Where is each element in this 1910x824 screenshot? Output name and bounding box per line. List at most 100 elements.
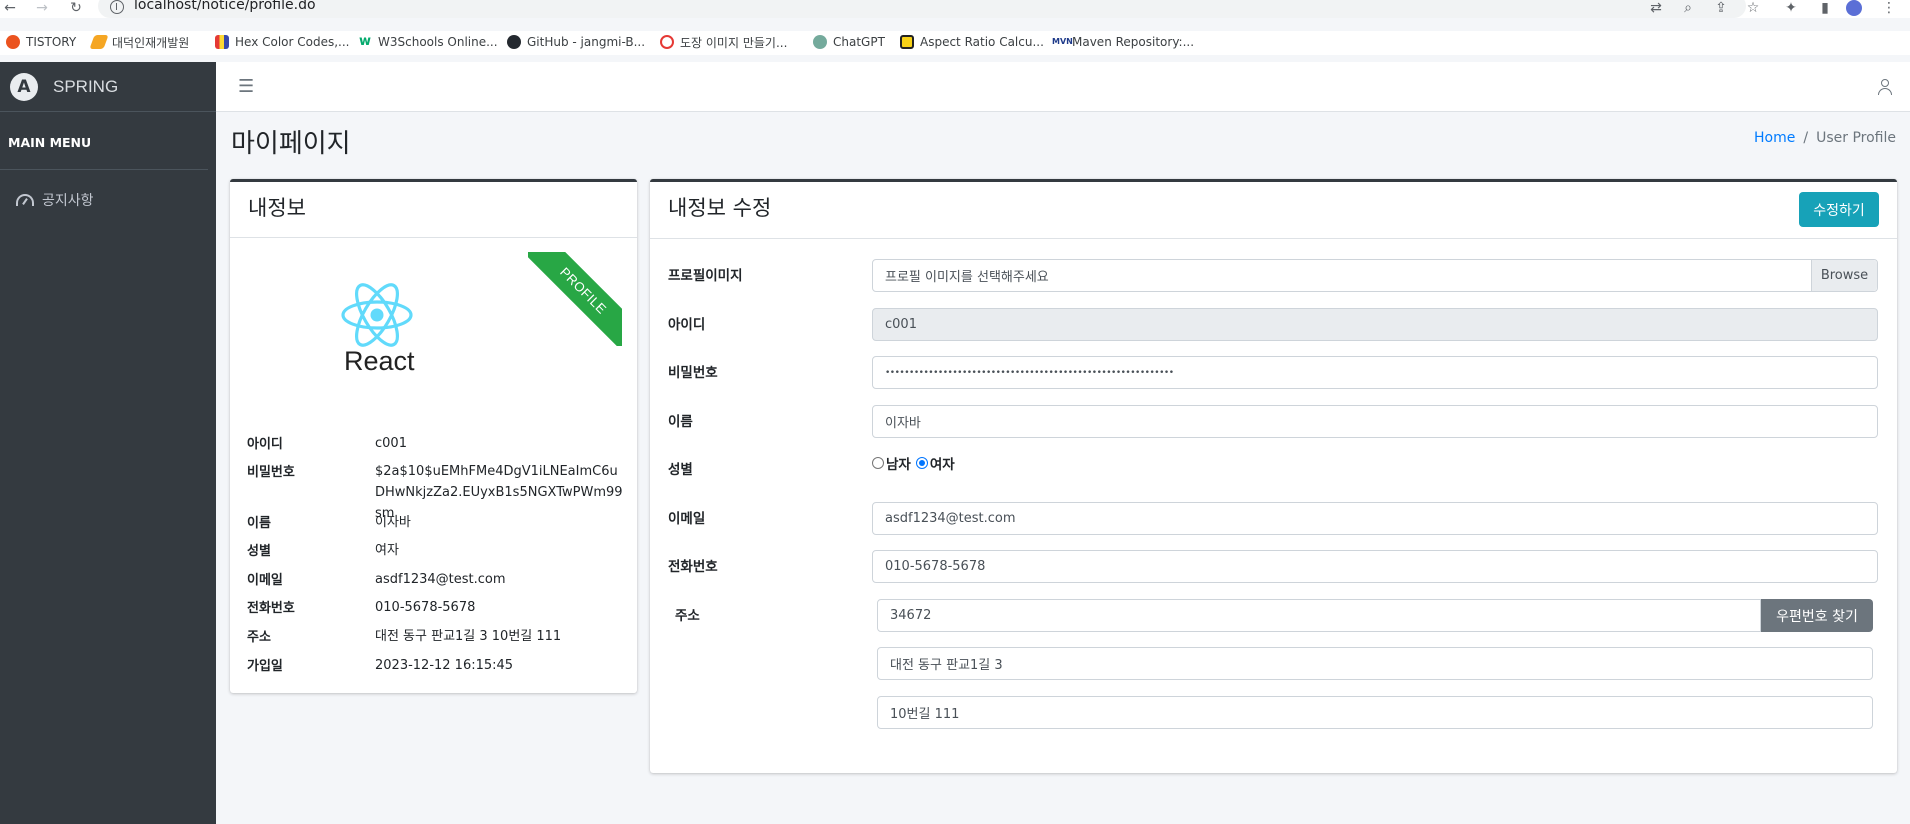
bookmark-label: GitHub - jangmi-B... — [527, 35, 646, 49]
card-divider — [230, 237, 637, 238]
site-info-icon[interactable] — [110, 0, 124, 14]
sidebar-item-label: 공지사항 — [42, 193, 94, 209]
info-label: 이름 — [247, 516, 271, 531]
zipcode-input[interactable]: 34672 — [877, 599, 1761, 632]
extensions-icon[interactable]: ✦ — [1780, 0, 1802, 18]
top-navbar: ☰ — [216, 62, 1910, 112]
share-icon[interactable]: ⇪ — [1710, 0, 1732, 18]
info-label: 비밀번호 — [247, 465, 295, 480]
breadcrumb: Home / User Profile — [1754, 130, 1896, 146]
id-input[interactable]: c001 — [872, 308, 1878, 341]
info-value: c001 — [375, 436, 407, 451]
info-label: 전화번호 — [247, 601, 295, 616]
profile-image-label: 프로필이미지 — [668, 268, 743, 284]
side-panel-icon[interactable]: ▮ — [1814, 0, 1836, 18]
bookmark-label: 대덕인재개발원 — [112, 35, 190, 50]
profile-image-input[interactable]: 프로필 이미지를 선택해주세요 Browse — [872, 259, 1878, 292]
stamp-maker-icon — [660, 35, 674, 49]
bookmark-item[interactable]: Aspect Ratio Calcu... — [900, 33, 1044, 51]
browse-button[interactable]: Browse — [1811, 260, 1877, 291]
edit-profile-card: 내정보 수정 수정하기 프로필이미지 프로필 이미지를 선택해주세요 Brows… — [650, 179, 1897, 773]
sidebar: A SPRING MAIN MENU 공지사항 — [0, 62, 216, 824]
bookmark-item[interactable]: Hex Color Codes,... — [215, 33, 350, 51]
edit-card-title: 내정보 수정 — [668, 196, 772, 220]
tistory-icon — [6, 35, 20, 49]
breadcrumb-home-link[interactable]: Home — [1754, 130, 1795, 146]
user-icon[interactable] — [1878, 79, 1892, 95]
gender-label: 성별 — [668, 462, 693, 478]
bookmark-item[interactable]: TISTORY — [6, 33, 76, 51]
bookmark-item[interactable]: GitHub - jangmi-B... — [507, 33, 645, 51]
aspect-ratio-icon — [900, 35, 914, 49]
bookmark-label: W3Schools Online... — [378, 35, 498, 49]
bookmark-item[interactable]: ChatGPT — [813, 33, 885, 51]
name-label: 이름 — [668, 414, 693, 430]
brand-link[interactable]: A SPRING — [0, 62, 216, 112]
info-value: 여자 — [375, 543, 399, 558]
bookmark-item[interactable]: 도장 이미지 만들기... — [660, 33, 787, 51]
github-icon — [507, 35, 521, 49]
id-label: 아이디 — [668, 317, 706, 333]
url-text[interactable]: localhost/notice/profile.do — [134, 0, 316, 13]
gender-male-radio[interactable] — [872, 457, 884, 469]
bookmark-item[interactable]: 대덕인재개발원 — [89, 33, 190, 51]
bookmarks-bar: TISTORY 대덕인재개발원 Hex Color Codes,... w W3S… — [0, 31, 1910, 55]
info-value: 010-5678-5678 — [375, 600, 476, 615]
browser-toolbar: ← → ↻ localhost/notice/profile.do ⇄ ⌕ ⇪ … — [0, 0, 1910, 18]
ddit-icon — [89, 35, 109, 49]
card-divider — [650, 238, 1897, 239]
maven-icon: MVN — [1052, 35, 1073, 49]
gender-male-label[interactable]: 남자 — [886, 453, 911, 473]
info-label: 아이디 — [247, 437, 283, 452]
email-label: 이메일 — [668, 511, 706, 527]
info-value: 이자바 — [375, 515, 411, 530]
translate-icon[interactable]: ⇄ — [1645, 0, 1667, 18]
zoom-icon[interactable]: ⌕ — [1677, 0, 1699, 18]
bookmark-item[interactable]: MVN Maven Repository:... — [1052, 33, 1194, 51]
brand-text: SPRING — [53, 76, 119, 96]
dashboard-icon — [16, 194, 34, 206]
reload-icon[interactable]: ↻ — [66, 0, 86, 18]
profile-card: 내정보 PROFILE React 아이디 c001 비밀번호 $2a$10$uEM… — [230, 179, 637, 693]
find-zipcode-button[interactable]: 우편번호 찾기 — [1761, 599, 1873, 632]
hex-color-icon — [215, 35, 229, 49]
gender-radio-group: 남자 여자 — [872, 453, 955, 473]
address-line1-input[interactable]: 대전 동구 판교1길 3 — [877, 647, 1873, 680]
password-label: 비밀번호 — [668, 365, 718, 381]
sidebar-item-notice[interactable]: 공지사항 — [0, 190, 216, 210]
password-input[interactable]: ••••••••••••••••••••••••••••••••••••••••… — [872, 356, 1878, 389]
menu-kebab-icon[interactable]: ⋮ — [1878, 0, 1900, 18]
phone-label: 전화번호 — [668, 559, 718, 575]
bookmark-star-icon[interactable]: ☆ — [1742, 0, 1764, 18]
address-bar[interactable]: localhost/notice/profile.do — [98, 0, 1746, 18]
bookmark-label: 도장 이미지 만들기... — [680, 35, 788, 50]
bookmark-label: ChatGPT — [833, 35, 885, 49]
info-label: 성별 — [247, 544, 271, 559]
profile-ribbon: PROFILE — [528, 252, 622, 346]
bookmark-label: TISTORY — [26, 35, 77, 49]
profile-avatar-icon[interactable] — [1843, 0, 1865, 18]
forward-icon[interactable]: → — [32, 0, 52, 18]
react-logo-icon — [341, 283, 413, 347]
name-input[interactable]: 이자바 — [872, 405, 1878, 438]
phone-input[interactable]: 010-5678-5678 — [872, 550, 1878, 583]
bookmark-item[interactable]: w W3Schools Online... — [358, 33, 498, 51]
ribbon-label: PROFILE — [528, 252, 622, 346]
email-input[interactable]: asdf1234@test.com — [872, 502, 1878, 535]
menu-header: MAIN MENU — [0, 112, 208, 170]
info-label: 이메일 — [247, 573, 283, 588]
info-value: asdf1234@test.com — [375, 572, 506, 587]
info-label: 가입일 — [247, 659, 283, 674]
chatgpt-icon — [813, 35, 827, 49]
back-icon[interactable]: ← — [0, 0, 20, 18]
gender-female-radio[interactable] — [915, 457, 928, 469]
w3schools-icon: w — [358, 34, 372, 49]
address-line2-input[interactable]: 10번길 111 — [877, 696, 1873, 729]
submit-edit-button[interactable]: 수정하기 — [1799, 192, 1879, 227]
info-value: 2023-12-12 16:15:45 — [375, 658, 514, 673]
brand-logo-icon: A — [10, 72, 38, 101]
hamburger-menu-icon[interactable]: ☰ — [238, 78, 254, 96]
gender-female-label[interactable]: 여자 — [930, 453, 955, 473]
bookmark-label: Hex Color Codes,... — [235, 35, 350, 49]
file-placeholder: 프로필 이미지를 선택해주세요 — [885, 270, 1049, 285]
